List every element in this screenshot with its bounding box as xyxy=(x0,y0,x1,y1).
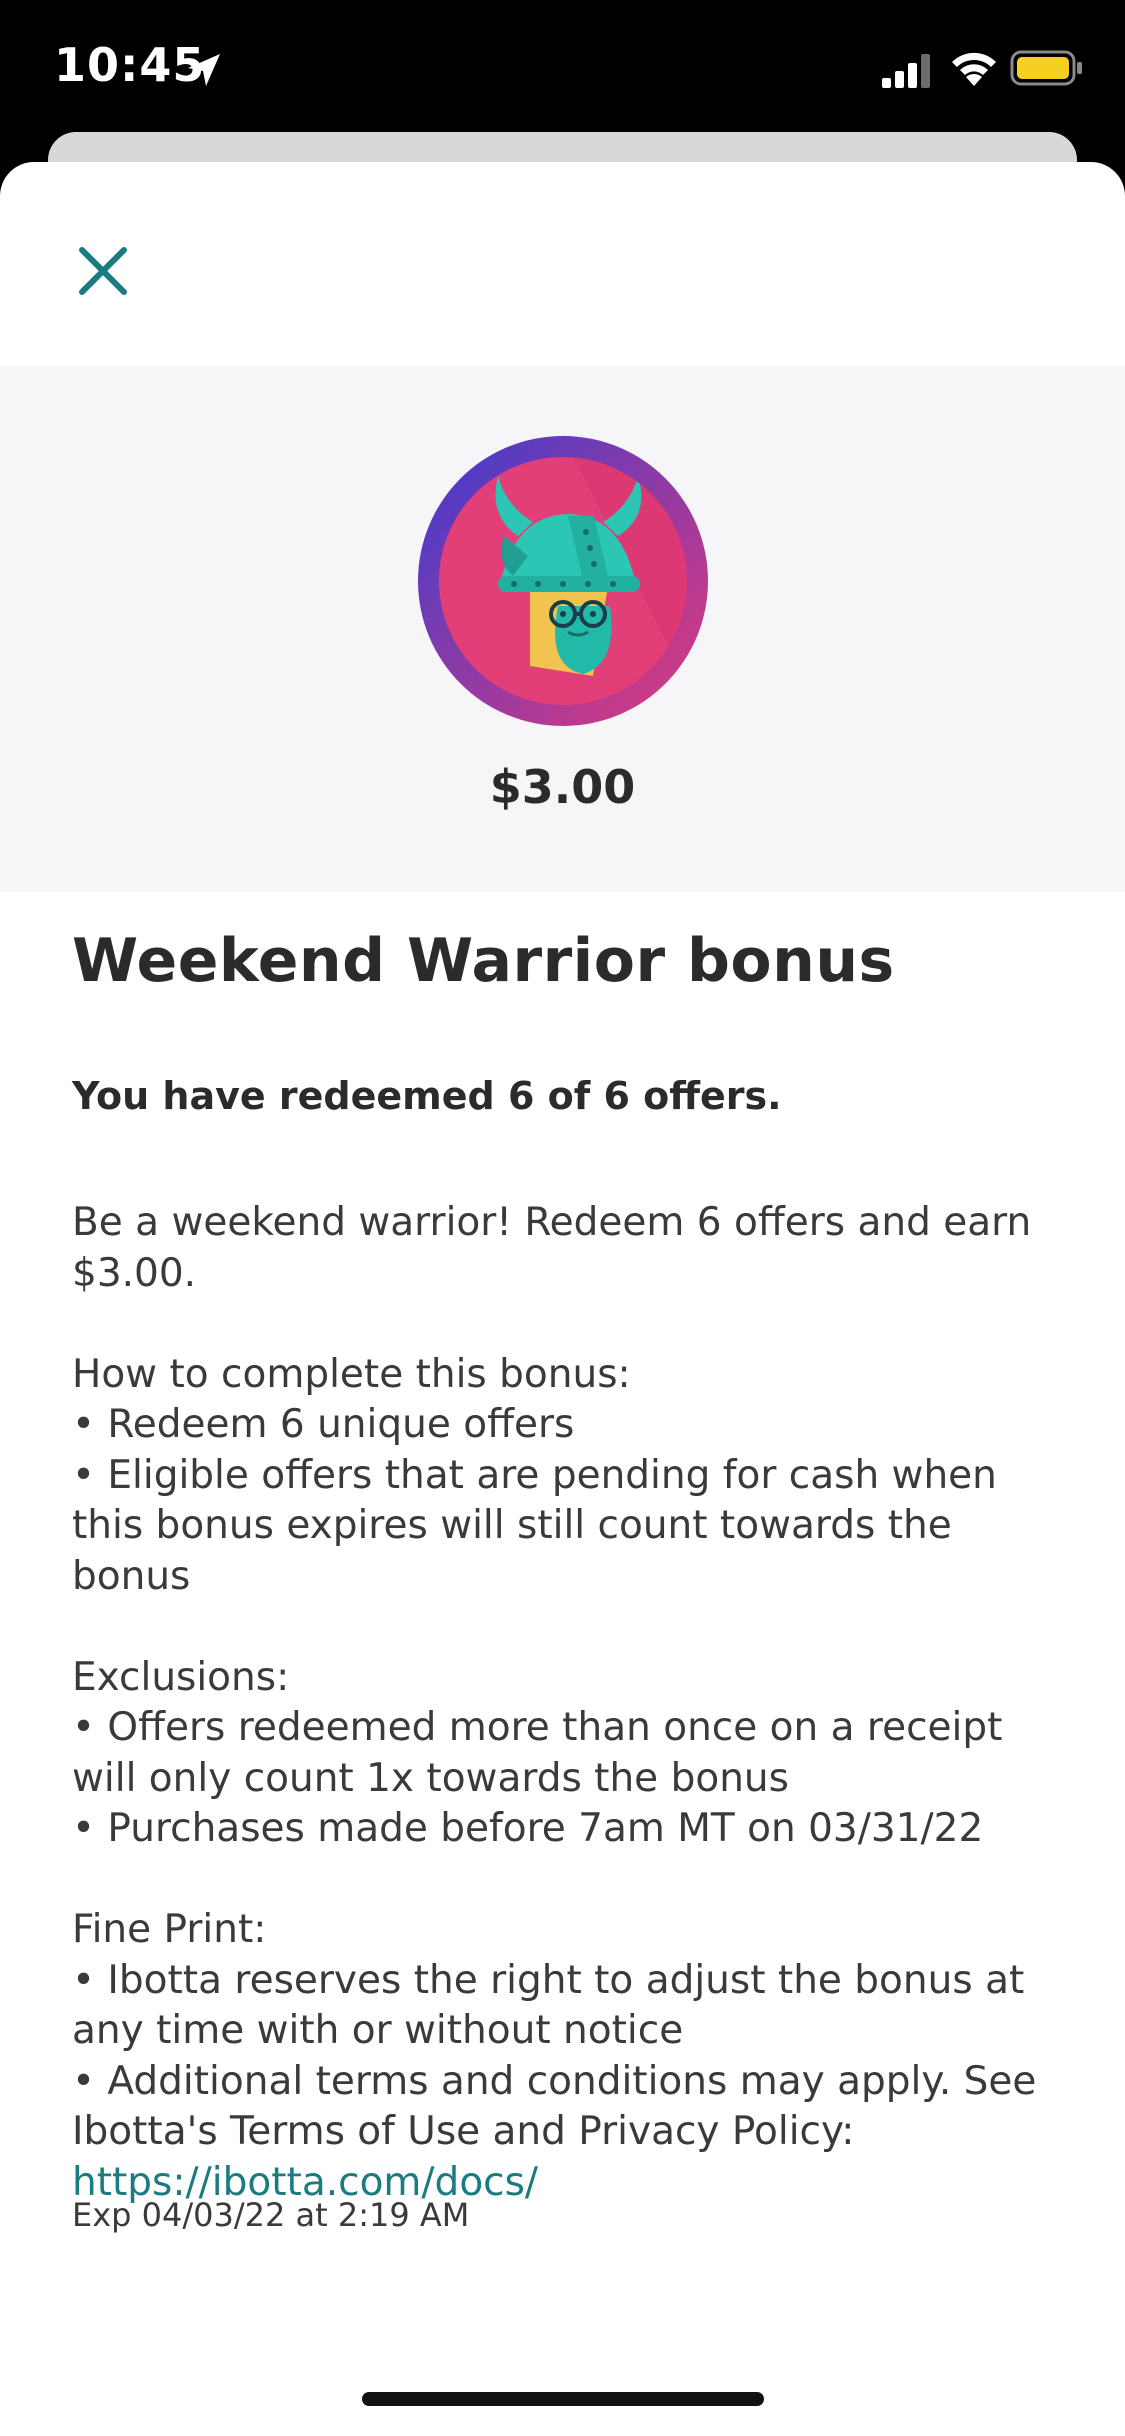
reward-amount: $3.00 xyxy=(489,760,636,814)
wifi-icon xyxy=(952,52,996,86)
fine-print-item: • Ibotta reserves the right to adjust th… xyxy=(72,1957,1025,2054)
fine-print-heading: Fine Print: xyxy=(72,1907,267,1952)
terms-text: • Additional terms and conditions may ap… xyxy=(72,2058,1037,2155)
how-item: • Redeem 6 unique offers xyxy=(72,1402,575,1447)
exclusion-item: • Offers redeemed more than once on a re… xyxy=(72,1705,1003,1801)
how-item: • Eligible offers that are pending for c… xyxy=(72,1452,997,1599)
terms-item: • Additional terms and conditions may ap… xyxy=(72,2057,1062,2209)
cellular-signal-icon xyxy=(882,54,930,88)
viking-warrior-badge-icon xyxy=(418,436,708,726)
bonus-title: Weekend Warrior bonus xyxy=(72,926,895,996)
battery-icon xyxy=(1010,50,1082,86)
exclusions-heading: Exclusions: xyxy=(72,1654,290,1700)
bonus-progress: You have redeemed 6 of 6 offers. xyxy=(72,1074,782,1118)
bonus-expiry: Exp 04/03/22 at 2:19 AM xyxy=(72,2196,470,2234)
how-heading: How to complete this bonus: xyxy=(72,1351,631,1397)
home-indicator xyxy=(362,2392,764,2406)
bonus-intro: Be a weekend warrior! Redeem 6 offers an… xyxy=(72,1200,1032,1296)
status-bar: 10:45 xyxy=(0,0,1125,140)
bonus-detail-sheet: $3.00 Weekend Warrior bonus You have red… xyxy=(0,162,1125,2436)
close-icon[interactable] xyxy=(68,236,138,306)
bonus-description: Be a weekend warrior! Redeem 6 offers an… xyxy=(72,1198,1062,2208)
location-arrow-icon xyxy=(188,54,220,86)
exclusion-item: • Purchases made before 7am MT on 03/31/… xyxy=(72,1806,984,1851)
screen: 10:45 $3.00 Weekend Warrior bonus You ha… xyxy=(0,0,1125,2436)
status-time: 10:45 xyxy=(54,38,206,92)
